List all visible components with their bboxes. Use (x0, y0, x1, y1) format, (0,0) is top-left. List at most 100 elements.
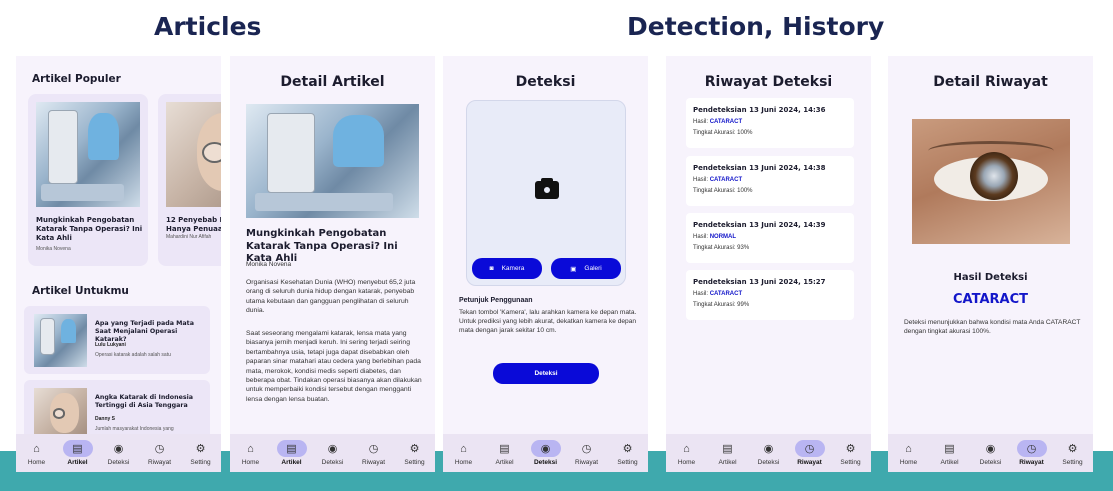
history-entry-card[interactable]: Pendeteksian 13 Juni 2024, 15:27 Hasil: … (686, 270, 854, 320)
nav-item-setting[interactable]: ⚙ Setting (181, 440, 221, 466)
article-author: Mahardini Nur Afifah (166, 234, 212, 240)
gear-icon: ⚙ (1067, 443, 1078, 455)
result-value: CATARACT (953, 292, 1028, 307)
result-description: Deteksi menunjukkan bahwa kondisi mata A… (904, 319, 1081, 336)
history-entry-result: Hasil: CATARACT (693, 119, 743, 125)
nav-item-riwayat[interactable]: ◷ Riwayat (790, 440, 830, 466)
history-icon: ◷ (368, 443, 379, 455)
home-icon: ⌂ (247, 442, 254, 455)
nav-item-artikel[interactable]: ▤ Artikel (930, 440, 970, 466)
nav-item-setting[interactable]: ⚙ Setting (608, 440, 648, 466)
history-entry-accuracy: Tingkat Akurasi: 100% (693, 130, 753, 136)
article-icon: ▤ (62, 440, 93, 457)
eye-icon: ◉ (530, 440, 561, 457)
bottom-navigation: ⌂ Home ▤ Artikel ◉ Deteksi ◷ Riwayat ⚙ Settin… (16, 434, 221, 472)
history-entry-accuracy: Tingkat Akurasi: 93% (693, 245, 750, 251)
history-icon: ◷ (1016, 440, 1047, 457)
home-icon: ⌂ (905, 442, 912, 455)
camera-button[interactable]: ◙ Kamera (472, 258, 542, 279)
article-title: Mungkinkah Pengobatan Katarak Tanpa Oper… (36, 216, 143, 242)
history-icon: ◷ (794, 440, 825, 457)
history-icon: ◷ (581, 443, 592, 455)
article-icon: ▤ (499, 443, 510, 455)
nav-item-deteksi[interactable]: ◉ Deteksi (749, 440, 789, 466)
history-entry-result: Hasil: CATARACT (693, 177, 743, 183)
article-title: Mungkinkah Pengobatan Katarak Tanpa Oper… (246, 228, 398, 264)
article-image (246, 104, 419, 218)
history-entry-title: Pendeteksian 13 Juni 2024, 14:36 (693, 106, 826, 114)
history-entry-card[interactable]: Pendeteksian 13 Juni 2024, 14:39 Hasil: … (686, 213, 854, 263)
home-icon: ⌂ (460, 442, 467, 455)
page-title: Detail Artikel (280, 74, 385, 90)
bottom-navigation: ⌂ Home ▤ Artikel ◉ Deteksi ◷ Riwayat ⚙ Settin… (443, 434, 648, 472)
nav-item-deteksi[interactable]: ◉ Deteksi (526, 440, 566, 466)
nav-item-home[interactable]: ⌂ Home (17, 440, 57, 467)
article-snippet: Operasi katarak adalah salah satu (95, 352, 171, 358)
article-author: Monika Novena (246, 261, 292, 268)
result-heading: Hasil Deteksi (953, 272, 1028, 283)
nav-item-home[interactable]: ⌂ Home (667, 440, 707, 467)
article-image (36, 102, 140, 207)
foryou-article-card[interactable]: Apa yang Terjadi pada Mata Saat Menjalan… (24, 306, 210, 374)
screen-article-detail: Detail Artikel Mungkinkah Pengobatan Kat… (230, 56, 435, 472)
article-author: Danny S (95, 416, 116, 422)
gear-icon: ⚙ (845, 443, 856, 455)
page-title: Deteksi (515, 74, 576, 90)
nav-item-riwayat[interactable]: ◷ Riwayat (1012, 440, 1052, 466)
history-entry-title: Pendeteksian 13 Juni 2024, 14:38 (693, 164, 826, 172)
nav-item-home[interactable]: ⌂ Home (889, 440, 929, 467)
nav-item-artikel[interactable]: ▤ Artikel (272, 440, 312, 466)
history-entry-title: Pendeteksian 13 Juni 2024, 14:39 (693, 221, 826, 229)
popular-heading: Artikel Populer (32, 73, 121, 85)
nav-item-deteksi[interactable]: ◉ Deteksi (971, 440, 1011, 466)
gallery-button[interactable]: ▣ Galeri (551, 258, 621, 279)
article-title: 12 Penyebab Katarak Tak Hanya Penuaan (166, 216, 221, 233)
camera-icon (535, 178, 559, 199)
nav-item-artikel[interactable]: ▤ Artikel (708, 440, 748, 466)
nav-item-riwayat[interactable]: ◷ Riwayat (140, 440, 180, 466)
nav-item-deteksi[interactable]: ◉ Deteksi (99, 440, 139, 466)
history-entry-result: Hasil: CATARACT (693, 291, 743, 297)
article-image (34, 314, 87, 367)
article-icon: ▤ (722, 443, 733, 455)
eye-icon: ◉ (763, 443, 774, 455)
article-snippet: Jumlah masyarakat Indonesia yang (95, 426, 174, 432)
guide-text: Tekan tombol 'Kamera', lalu arahkan kame… (459, 309, 637, 335)
nav-item-setting[interactable]: ⚙ Setting (1053, 440, 1093, 466)
nav-item-setting[interactable]: ⚙ Setting (395, 440, 435, 466)
nav-item-deteksi[interactable]: ◉ Deteksi (313, 440, 353, 466)
article-paragraph: Organisasi Kesehatan Dunia (WHO) menyebu… (246, 279, 416, 315)
nav-item-home[interactable]: ⌂ Home (444, 440, 484, 467)
history-entry-card[interactable]: Pendeteksian 13 Juni 2024, 14:38 Hasil: … (686, 156, 854, 206)
screen-articles-list: Artikel Populer Mungkinkah Pengobatan Ka… (16, 56, 221, 472)
history-entry-title: Pendeteksian 13 Juni 2024, 15:27 (693, 278, 826, 286)
home-icon: ⌂ (683, 442, 690, 455)
nav-item-riwayat[interactable]: ◷ Riwayat (567, 440, 607, 466)
screen-detection: Deteksi ◙ Kamera ▣ Galeri Petunjuk Penggun… (443, 56, 648, 472)
popular-article-card[interactable]: 12 Penyebab Katarak Tak Hanya Penuaan Ma… (158, 94, 221, 266)
detect-button[interactable]: Deteksi (493, 363, 599, 384)
foryou-heading: Artikel Untukmu (32, 285, 129, 297)
guide-heading: Petunjuk Penggunaan (459, 297, 533, 304)
nav-item-artikel[interactable]: ▤ Artikel (58, 440, 98, 466)
page-title: Riwayat Deteksi (704, 74, 833, 90)
eye-icon: ◉ (985, 443, 996, 455)
gear-icon: ⚙ (409, 443, 420, 455)
eye-icon: ◉ (327, 443, 338, 455)
history-entry-accuracy: Tingkat Akurasi: 99% (693, 302, 750, 308)
nav-item-home[interactable]: ⌂ Home (231, 440, 271, 467)
eye-icon: ◉ (113, 443, 124, 455)
screen-history: Riwayat Deteksi Pendeteksian 13 Juni 202… (666, 56, 871, 472)
article-author: Monika Novena (36, 246, 71, 252)
nav-item-riwayat[interactable]: ◷ Riwayat (354, 440, 394, 466)
section-title-detection-history: Detection, History (627, 12, 885, 41)
history-entry-card[interactable]: Pendeteksian 13 Juni 2024, 14:36 Hasil: … (686, 98, 854, 148)
article-icon: ▤ (944, 443, 955, 455)
home-icon: ⌂ (33, 442, 40, 455)
nav-item-artikel[interactable]: ▤ Artikel (485, 440, 525, 466)
nav-item-setting[interactable]: ⚙ Setting (831, 440, 871, 466)
history-entry-result: Hasil: NORMAL (693, 234, 737, 240)
gear-icon: ⚙ (195, 443, 206, 455)
eye-image (912, 119, 1070, 244)
popular-article-card[interactable]: Mungkinkah Pengobatan Katarak Tanpa Oper… (28, 94, 148, 266)
